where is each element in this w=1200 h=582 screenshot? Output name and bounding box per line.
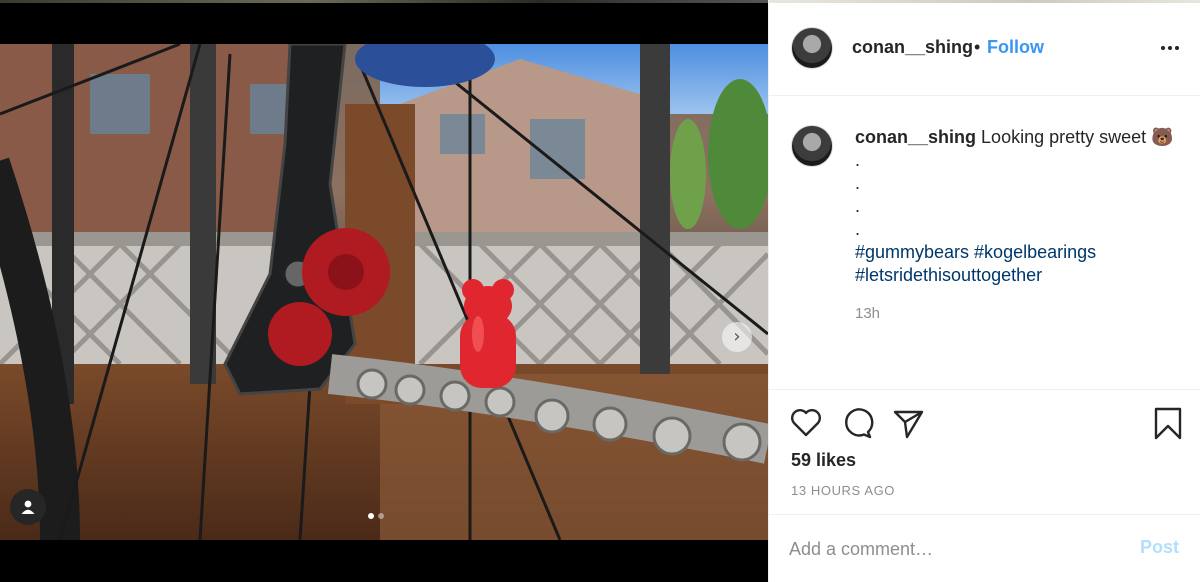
post-actions: 59 likes 13 HOURS AGO (769, 389, 1200, 514)
caption-body: conan__shing Looking pretty sweet 🐻 . . … (855, 126, 1185, 287)
bookmark-icon[interactable] (1151, 406, 1185, 440)
carousel-dot (368, 513, 374, 519)
header-username-link[interactable]: conan__shing (852, 37, 973, 58)
post-header: conan__shing • Follow (769, 0, 1200, 96)
more-horizontal-icon (1175, 46, 1179, 50)
carousel-dot (378, 513, 384, 519)
caption-username-link[interactable]: conan__shing (855, 127, 976, 147)
header-separator: • (974, 37, 981, 57)
chevron-right-icon: › (733, 326, 741, 347)
media-top-strip (0, 0, 768, 3)
carousel-indicator (368, 513, 384, 519)
carousel-next-button[interactable]: › (722, 322, 752, 352)
comment-input[interactable] (789, 535, 1119, 563)
caption-dot: . (855, 196, 861, 216)
user-tag-icon (21, 500, 35, 514)
caption-dot: . (855, 150, 861, 170)
post-caption: conan__shing Looking pretty sweet 🐻 . . … (769, 97, 1200, 389)
comment-icon[interactable] (840, 406, 874, 440)
avatar[interactable] (791, 27, 833, 69)
caption-text: Looking pretty sweet 🐻 (981, 127, 1174, 147)
comment-box: Post (769, 514, 1200, 582)
hashtag-links[interactable]: #gummybears #kogelbearings (855, 241, 1185, 264)
post-comment-button[interactable]: Post (1140, 537, 1179, 558)
more-horizontal-icon (1168, 46, 1172, 50)
avatar[interactable] (791, 125, 833, 167)
likes-count[interactable]: 59 likes (791, 450, 856, 471)
photo-illustration (0, 44, 768, 540)
hashtag-link[interactable]: #letsridethisouttogether (855, 264, 1185, 287)
post-timestamp[interactable]: 13 HOURS AGO (791, 483, 895, 498)
heart-icon[interactable] (789, 406, 823, 440)
caption-dot: . (855, 219, 861, 239)
post-side-panel: conan__shing • Follow conan__shing Looki… (768, 0, 1200, 582)
caption-dot: . (855, 173, 861, 193)
follow-button[interactable]: Follow (987, 37, 1044, 58)
more-options-button[interactable] (1155, 33, 1185, 63)
post-photo[interactable]: › (0, 44, 768, 540)
more-horizontal-icon (1161, 46, 1165, 50)
caption-timestamp: 13h (855, 305, 881, 322)
post-media: › (0, 0, 768, 582)
share-icon[interactable] (891, 406, 925, 440)
user-tag-button[interactable] (10, 489, 46, 525)
